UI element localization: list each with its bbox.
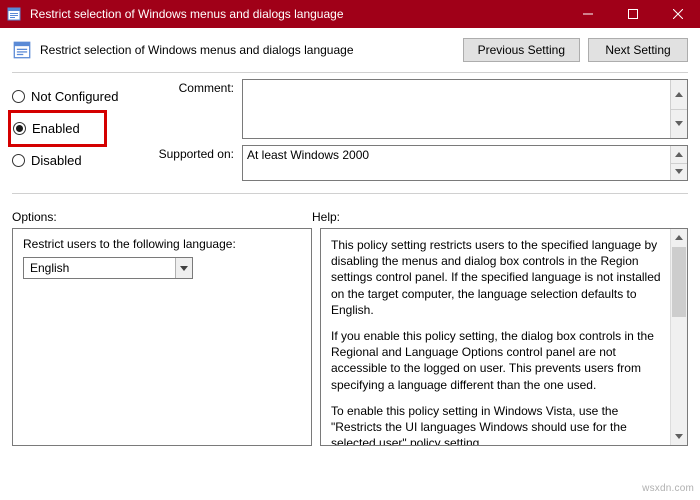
scroll-up-button[interactable] bbox=[671, 80, 687, 109]
comment-row: Comment: bbox=[152, 79, 688, 139]
state-radio-group: Not Configured Enabled Disabled bbox=[12, 79, 152, 187]
language-dropdown[interactable]: English bbox=[23, 257, 193, 279]
lower-labels: Options: Help: bbox=[0, 194, 700, 228]
help-panel: This policy setting restricts users to t… bbox=[320, 228, 688, 446]
supported-scroll bbox=[670, 146, 687, 180]
scrollbar-track[interactable] bbox=[671, 318, 687, 428]
radio-icon bbox=[12, 90, 25, 103]
previous-setting-button[interactable]: Previous Setting bbox=[463, 38, 580, 62]
help-paragraph: If you enable this policy setting, the d… bbox=[331, 328, 667, 393]
watermark: wsxdn.com bbox=[642, 483, 694, 494]
minimize-button[interactable] bbox=[565, 0, 610, 28]
next-setting-button[interactable]: Next Setting bbox=[588, 38, 688, 62]
scroll-up-icon[interactable] bbox=[671, 229, 687, 246]
radio-label: Enabled bbox=[32, 121, 80, 136]
window-title: Restrict selection of Windows menus and … bbox=[30, 7, 565, 21]
scroll-down-icon[interactable] bbox=[671, 428, 687, 445]
help-scrollbar[interactable] bbox=[670, 229, 687, 445]
radio-enabled[interactable]: Enabled bbox=[13, 121, 80, 136]
scroll-up-button[interactable] bbox=[671, 146, 687, 163]
radio-not-configured[interactable]: Not Configured bbox=[12, 89, 152, 104]
settings-row: Not Configured Enabled Disabled Comment: bbox=[0, 73, 700, 187]
header-row: Restrict selection of Windows menus and … bbox=[0, 28, 700, 66]
help-text: This policy setting restricts users to t… bbox=[331, 237, 667, 446]
policy-title: Restrict selection of Windows menus and … bbox=[40, 43, 455, 57]
scroll-down-button[interactable] bbox=[671, 163, 687, 181]
window-buttons bbox=[565, 0, 700, 28]
close-button[interactable] bbox=[655, 0, 700, 28]
help-paragraph: This policy setting restricts users to t… bbox=[331, 237, 667, 318]
lower-row: Restrict users to the following language… bbox=[0, 228, 700, 458]
comment-value bbox=[243, 80, 670, 138]
maximize-button[interactable] bbox=[610, 0, 655, 28]
radio-label: Disabled bbox=[31, 153, 82, 168]
supported-label: Supported on: bbox=[152, 145, 242, 161]
policy-icon bbox=[12, 40, 32, 60]
titlebar: Restrict selection of Windows menus and … bbox=[0, 0, 700, 28]
chevron-down-icon bbox=[175, 258, 192, 278]
comment-label: Comment: bbox=[152, 79, 242, 95]
form-column: Comment: Supported on: At least Windows … bbox=[152, 79, 688, 187]
options-panel: Restrict users to the following language… bbox=[12, 228, 312, 446]
radio-icon bbox=[12, 154, 25, 167]
help-paragraph: To enable this policy setting in Windows… bbox=[331, 403, 667, 446]
radio-icon bbox=[13, 122, 26, 135]
radio-disabled[interactable]: Disabled bbox=[12, 153, 152, 168]
restrict-language-label: Restrict users to the following language… bbox=[23, 237, 301, 251]
options-label: Options: bbox=[12, 210, 312, 224]
help-label: Help: bbox=[312, 210, 340, 224]
app-icon bbox=[6, 6, 22, 22]
radio-label: Not Configured bbox=[31, 89, 118, 104]
scroll-down-button[interactable] bbox=[671, 109, 687, 139]
supported-textarea: At least Windows 2000 bbox=[242, 145, 688, 181]
supported-value: At least Windows 2000 bbox=[243, 146, 670, 180]
comment-scroll bbox=[670, 80, 687, 138]
scrollbar-thumb[interactable] bbox=[672, 247, 686, 317]
supported-row: Supported on: At least Windows 2000 bbox=[152, 145, 688, 181]
highlight-box: Enabled bbox=[8, 110, 107, 147]
language-dropdown-value: English bbox=[24, 261, 175, 275]
comment-textarea[interactable] bbox=[242, 79, 688, 139]
